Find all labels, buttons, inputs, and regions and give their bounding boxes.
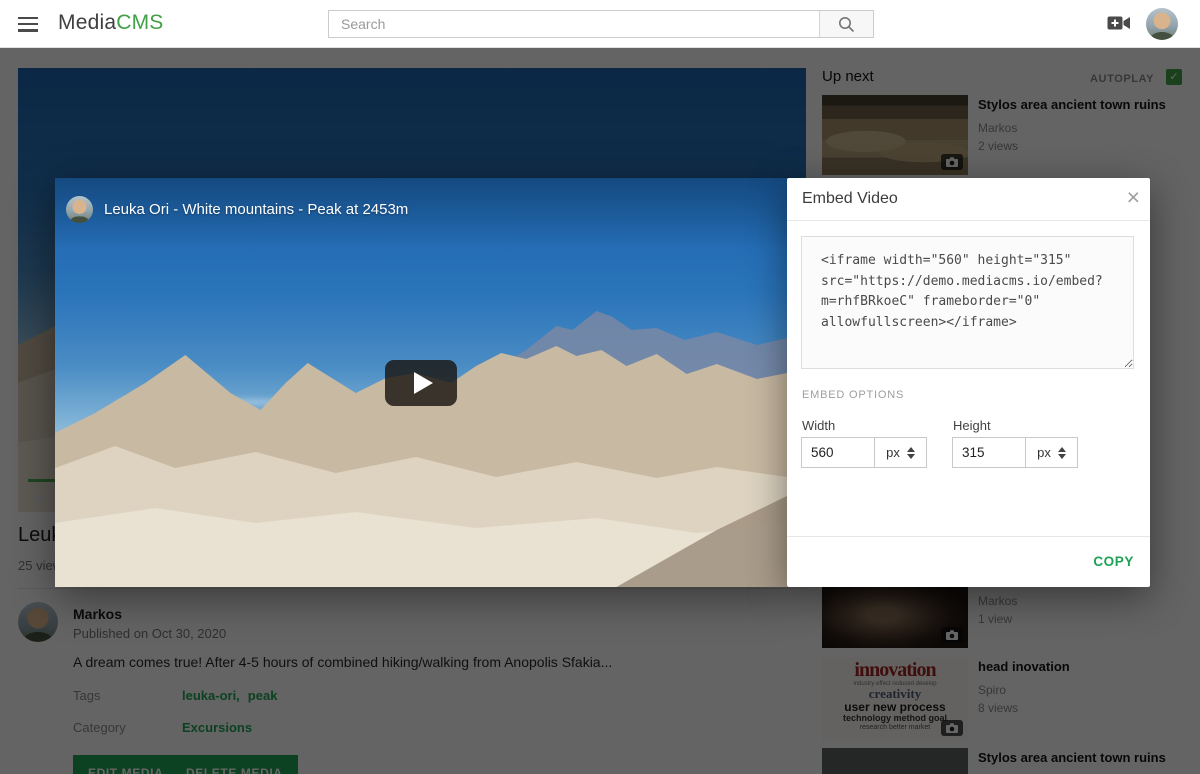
copy-button[interactable]: COPY xyxy=(1093,554,1134,569)
width-unit-select[interactable]: px xyxy=(875,438,926,467)
user-avatar[interactable] xyxy=(1146,8,1178,40)
logo-text-cms: CMS xyxy=(116,11,163,34)
height-unit-select[interactable]: px xyxy=(1026,438,1077,467)
width-field-group: px xyxy=(801,437,927,468)
height-input[interactable] xyxy=(953,438,1026,467)
preview-author-avatar xyxy=(66,196,93,223)
page: MediaCMS xyxy=(0,0,1200,774)
unit-label: px xyxy=(1037,445,1051,460)
preview-video-title: Leuka Ori - White mountains - Peak at 24… xyxy=(104,201,408,218)
menu-button[interactable] xyxy=(16,13,40,35)
width-input[interactable] xyxy=(802,438,875,467)
unit-label: px xyxy=(886,445,900,460)
preview-play-button[interactable] xyxy=(385,360,457,406)
dialog-header: Embed Video × xyxy=(787,178,1150,221)
hamburger-icon xyxy=(16,17,40,32)
stepper-icon xyxy=(907,447,915,459)
height-label: Height xyxy=(953,418,991,433)
play-icon xyxy=(414,372,433,394)
dialog-footer: COPY xyxy=(787,536,1150,587)
search-icon xyxy=(838,16,855,33)
dialog-title: Embed Video xyxy=(802,190,898,208)
search-button[interactable] xyxy=(819,11,873,37)
embed-code-textarea[interactable]: <iframe width="560" height="315" src="ht… xyxy=(801,236,1134,369)
embed-options-label: EMBED OPTIONS xyxy=(802,389,904,401)
close-button[interactable]: × xyxy=(1127,184,1140,211)
top-navigation-bar: MediaCMS xyxy=(0,0,1200,48)
close-icon: × xyxy=(1127,184,1140,210)
search-bar xyxy=(328,10,874,38)
app-logo[interactable]: MediaCMS xyxy=(58,11,163,35)
search-input[interactable] xyxy=(329,11,819,37)
upload-video-icon xyxy=(1107,15,1131,31)
upload-media-button[interactable] xyxy=(1106,14,1132,34)
embed-video-dialog: Embed Video × <iframe width="560" height… xyxy=(787,178,1150,587)
logo-text-media: Media xyxy=(58,11,116,34)
embed-preview-player[interactable]: Leuka Ori - White mountains - Peak at 24… xyxy=(55,178,787,587)
width-label: Width xyxy=(802,418,835,433)
stepper-icon xyxy=(1058,447,1066,459)
height-field-group: px xyxy=(952,437,1078,468)
